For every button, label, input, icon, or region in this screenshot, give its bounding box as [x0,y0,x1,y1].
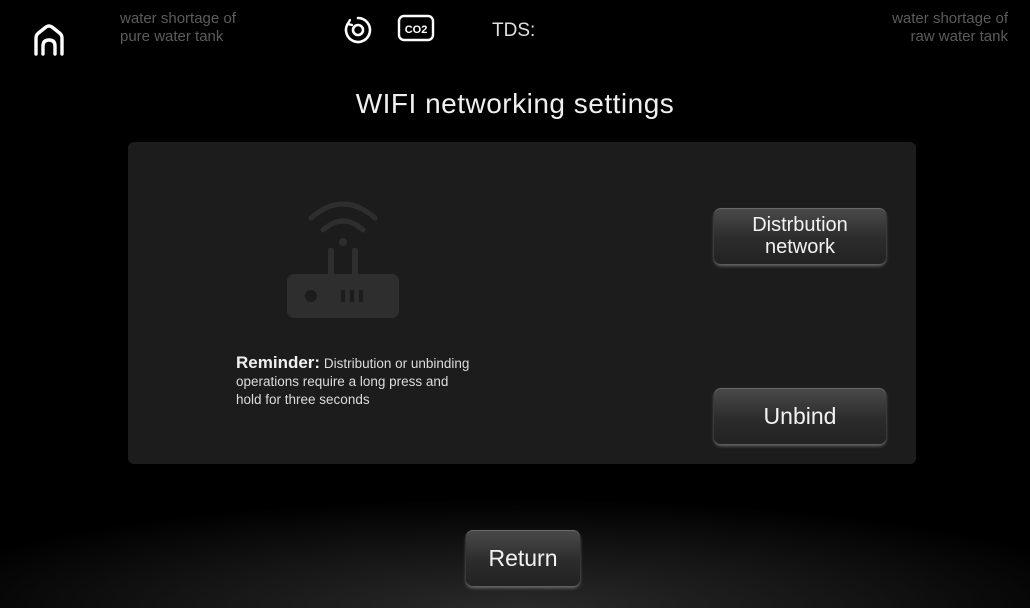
pure-tank-status-line-2: pure water tank [120,28,224,45]
raw-tank-shortage-status: water shortage of raw water tank [892,10,1008,46]
distribution-label-line-1: Distrbution [752,214,848,236]
co2-icon: CO2 [397,14,435,42]
reminder-text: Reminder: Distribution or unbinding oper… [236,354,476,409]
raw-tank-status-line-2: raw water tank [910,28,1008,45]
tds-label: TDS: [492,20,536,41]
co2-icon-text: CO2 [405,24,428,36]
home-icon [34,24,64,56]
distribution-network-button[interactable]: Distrbution network [714,208,886,264]
pure-tank-status-line-1: water shortage of [120,10,236,27]
pure-tank-shortage-status: water shortage of pure water tank [120,10,236,46]
router-icon [287,201,399,318]
distribution-label-line-2: network [764,236,835,258]
wifi-settings-panel: Reminder: Distribution or unbinding oper… [128,142,916,464]
unbind-button[interactable]: Unbind [714,388,886,444]
top-status-bar: water shortage of pure water tank CO2 TD… [0,0,1030,80]
home-button[interactable] [26,18,72,64]
page-title: WIFI networking settings [355,88,675,119]
reminder-heading: Reminder: [236,353,321,372]
filter-icon [344,16,372,44]
return-button[interactable]: Return [466,530,580,586]
wifi-settings-screen: water shortage of pure water tank CO2 TD… [0,0,1030,608]
raw-tank-status-line-1: water shortage of [892,10,1008,27]
